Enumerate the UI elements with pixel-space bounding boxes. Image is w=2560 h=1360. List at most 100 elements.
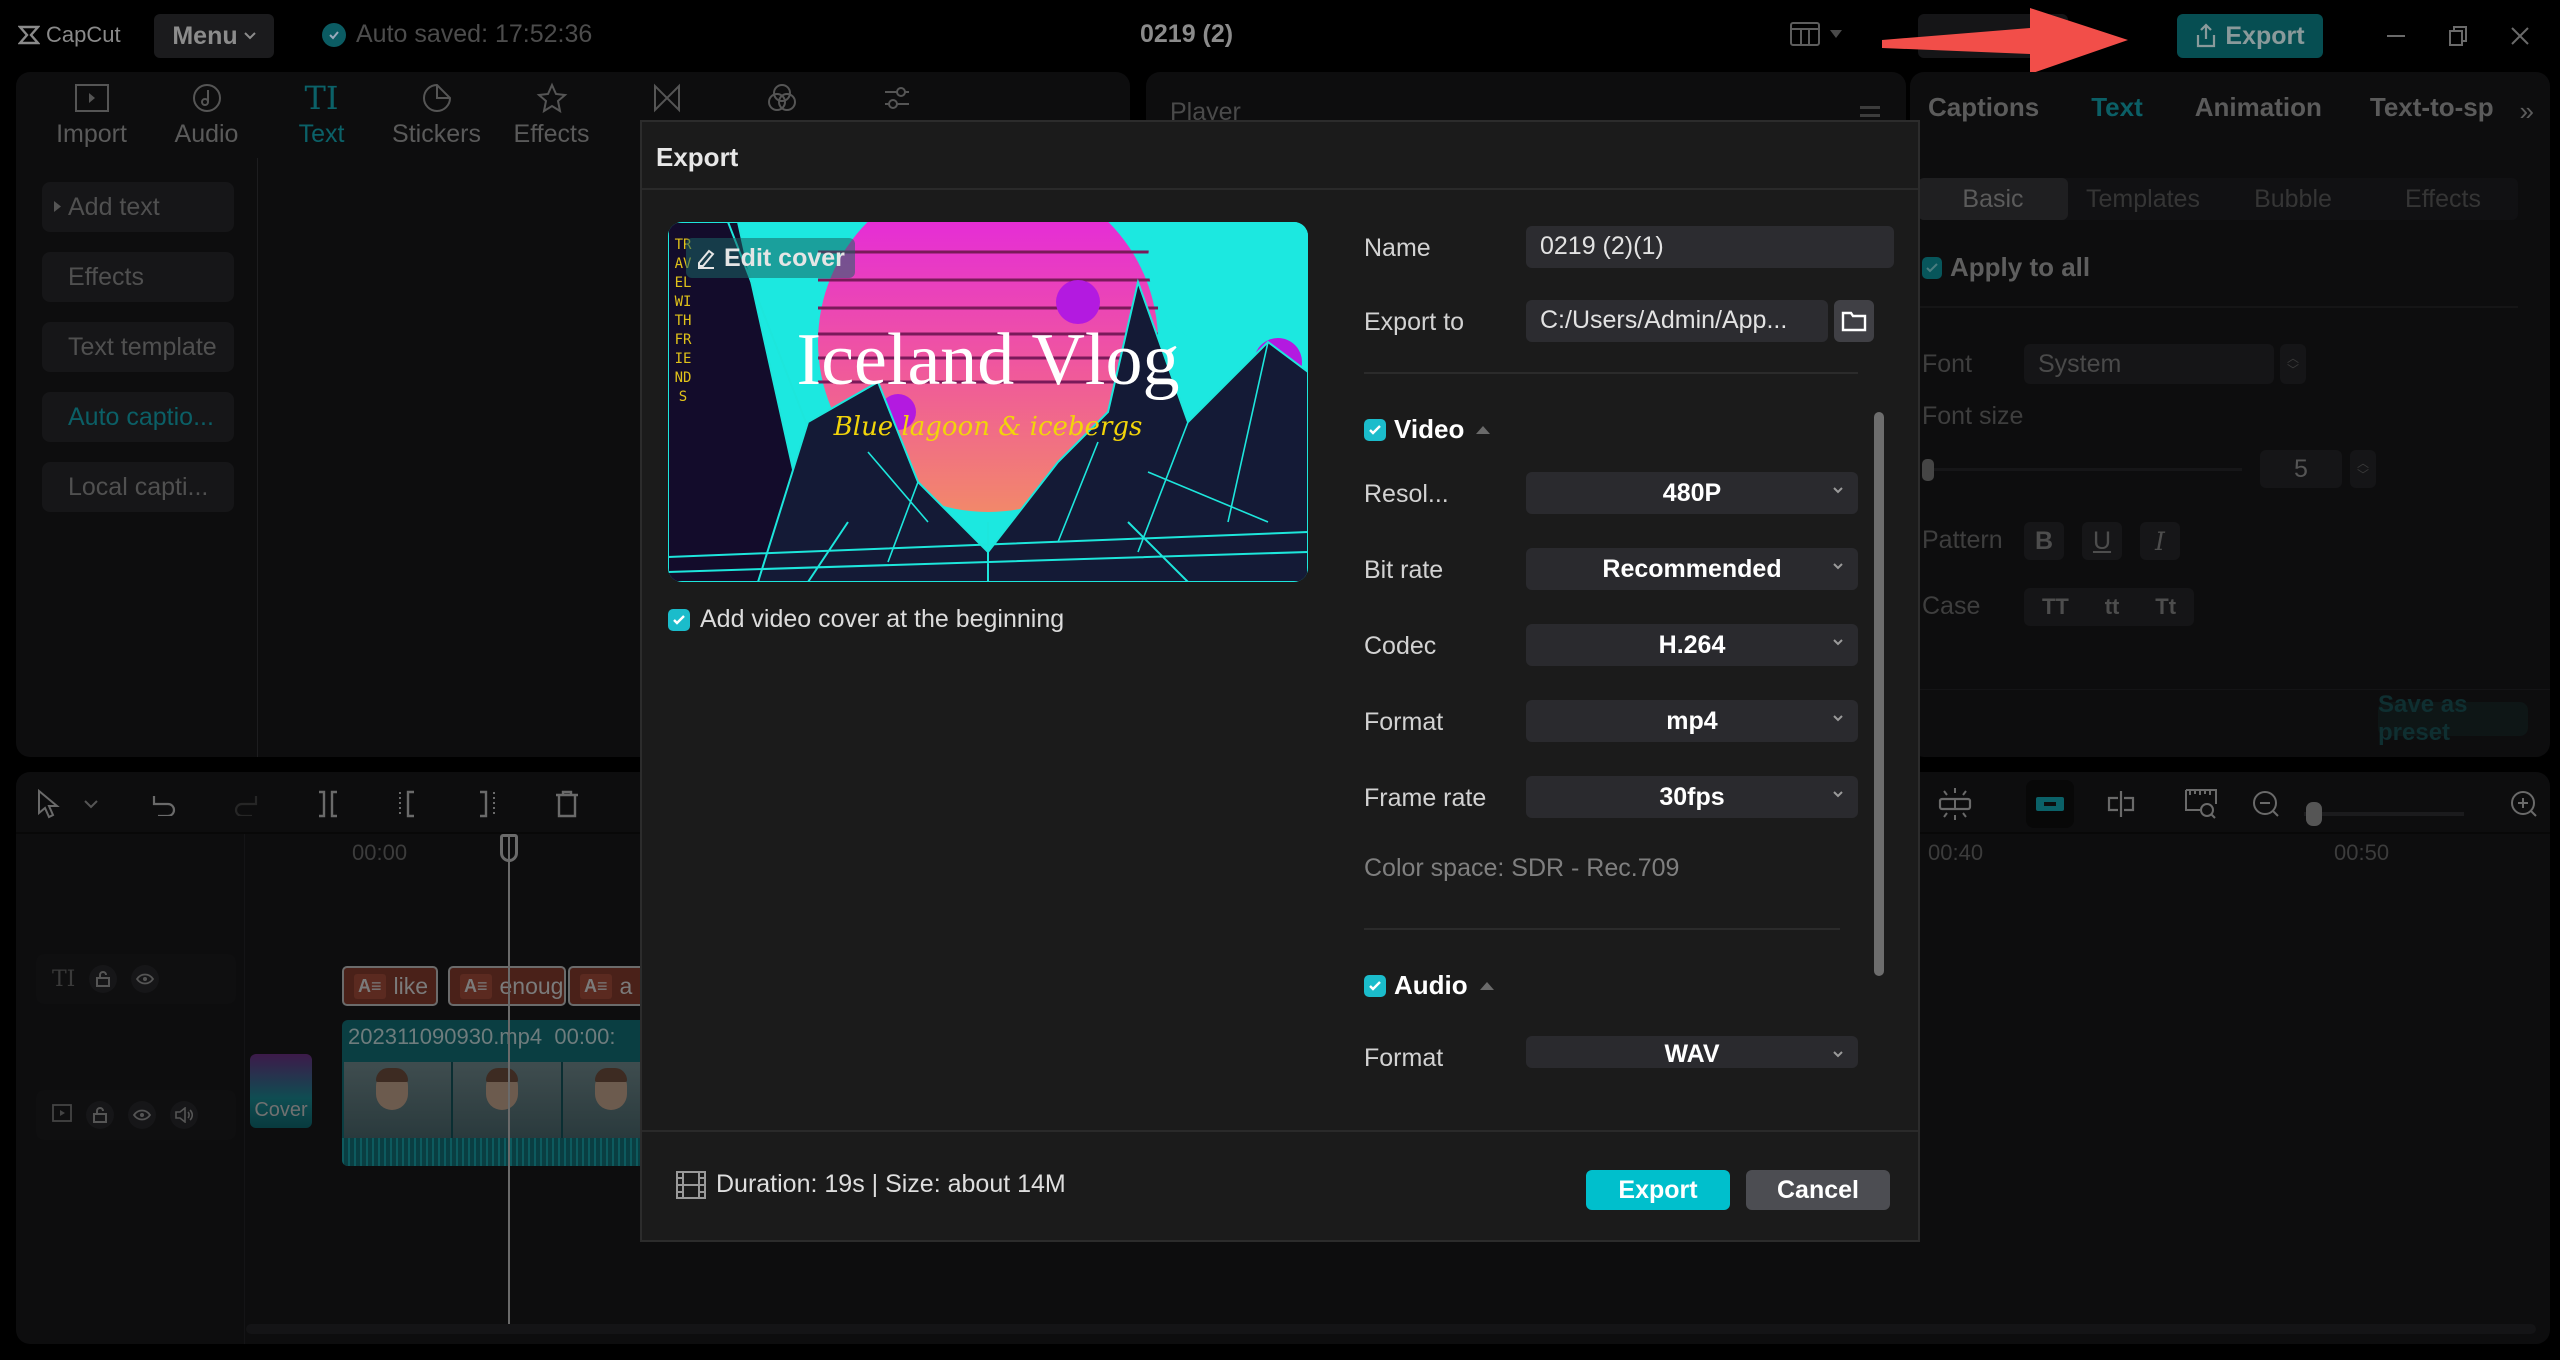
add-cover-label: Add video cover at the beginning [700, 605, 1065, 633]
apply-to-all-option[interactable]: Apply to all [1922, 252, 2090, 283]
link-clips-button[interactable] [2026, 780, 2074, 828]
zoom-slider-track[interactable] [2304, 812, 2464, 816]
restore-button[interactable] [2440, 18, 2476, 54]
font-size-slider-thumb[interactable] [1922, 459, 1934, 481]
format-select[interactable]: mp4 [1526, 700, 1858, 742]
font-size-slider-track[interactable] [1922, 468, 2242, 471]
sidebar-item-text-template[interactable]: Text template [42, 322, 234, 372]
minimize-button[interactable] [2378, 18, 2414, 54]
select-mode-dropdown[interactable] [84, 786, 98, 822]
sidebar-item-add-text[interactable]: Add text [42, 182, 234, 232]
sidebar-item-effects[interactable]: Effects [42, 252, 234, 302]
edit-cover-button[interactable]: Edit cover [686, 238, 855, 278]
font-select[interactable]: System [2024, 344, 2274, 384]
font-spinner[interactable]: ︿ ﹀ [2280, 344, 2306, 384]
trim-right-button[interactable] [476, 786, 498, 822]
playhead-handle[interactable] [500, 834, 518, 862]
bold-button[interactable]: B [2024, 522, 2064, 560]
lock-track-button[interactable] [89, 965, 118, 993]
pencil-icon [698, 249, 715, 269]
lock-track-button[interactable] [86, 1101, 114, 1129]
toggle-visibility-button[interactable] [131, 965, 160, 993]
properties-footer: Save as preset [1910, 689, 2550, 757]
frame-rate-select[interactable]: 30fps [1526, 776, 1858, 818]
add-cover-option[interactable]: Add video cover at the beginning [668, 605, 1064, 634]
subtab-effects[interactable]: Effects [2368, 178, 2518, 220]
zoom-in-button[interactable] [2510, 786, 2538, 822]
codec-select[interactable]: H.264 [1526, 624, 1858, 666]
underline-button[interactable]: U [2082, 522, 2122, 560]
export-path-input[interactable]: C:/Users/Admin/App... [1526, 300, 1828, 342]
tab-text-to-speech[interactable]: Text-to-sp [2340, 92, 2512, 123]
zoom-to-fit-button[interactable] [2184, 786, 2218, 822]
auto-snap-button[interactable] [1936, 786, 1974, 822]
tab-stickers[interactable]: Stickers [379, 72, 494, 158]
cover-preview[interactable]: TRAVEL WITH FRIENDS Iceland Vlog Blue la… [668, 222, 1308, 582]
subtab-basic[interactable]: Basic [1918, 178, 2068, 220]
tab-effects-label: Effects [513, 120, 590, 148]
tab-effects[interactable]: Effects [494, 72, 609, 158]
caption-clip[interactable]: A≡ enoug [448, 966, 566, 1006]
tab-animation[interactable]: Animation [2177, 92, 2340, 123]
lowercase-button[interactable]: tt [2105, 594, 2120, 620]
more-tabs-icon[interactable]: » [2520, 96, 2534, 127]
italic-button[interactable]: I [2140, 522, 2180, 560]
layout-button[interactable] [1790, 22, 1842, 46]
preview-axis-button[interactable] [2106, 786, 2136, 822]
video-clip[interactable]: 202311090930.mp4 00:00: [342, 1020, 672, 1166]
font-size-input[interactable]: 5 [2260, 450, 2342, 488]
video-section-header[interactable]: Video [1364, 414, 1491, 445]
resolution-select[interactable]: 480P [1526, 472, 1858, 514]
bit-rate-select[interactable]: Recommended [1526, 548, 1858, 590]
caption-clip[interactable]: A≡ like [342, 966, 438, 1006]
sidebar-item-label: Local capti... [68, 472, 209, 501]
color-space-info: Color space: SDR - Rec.709 [1364, 854, 1680, 882]
collapse-caret-icon[interactable] [1479, 981, 1494, 990]
audio-format-select[interactable]: WAV [1526, 1036, 1858, 1068]
tab-text[interactable]: Text [2057, 92, 2177, 123]
subtab-templates[interactable]: Templates [2068, 178, 2218, 220]
sidebar-item-local-captions[interactable]: Local capti... [42, 462, 234, 512]
caption-clip-icon: A≡ [354, 973, 386, 999]
titlecase-button[interactable]: Tt [2155, 594, 2176, 620]
zoom-out-button[interactable] [2252, 786, 2280, 822]
name-input[interactable]: 0219 (2)(1) [1526, 226, 1894, 268]
settings-scrollbar[interactable] [1874, 412, 1884, 976]
add-cover-checkbox[interactable] [668, 608, 690, 631]
export-button[interactable]: Export [1586, 1170, 1730, 1210]
redo-button[interactable] [234, 786, 260, 822]
split-button[interactable] [316, 786, 340, 822]
trim-left-button[interactable] [396, 786, 418, 822]
browse-folder-button[interactable] [1834, 300, 1874, 342]
tab-text[interactable]: TI Text [264, 72, 379, 158]
playhead[interactable] [508, 836, 510, 1332]
delete-button[interactable] [554, 786, 580, 822]
top-export-button[interactable]: Export [2177, 14, 2323, 58]
collapse-caret-icon[interactable] [1476, 425, 1491, 434]
audio-format-label: Format [1364, 1044, 1444, 1072]
cancel-button[interactable]: Cancel [1746, 1170, 1890, 1210]
audio-checkbox[interactable] [1364, 974, 1386, 997]
mute-track-button[interactable] [170, 1101, 198, 1129]
tab-audio[interactable]: Audio [149, 72, 264, 158]
select-tool-button[interactable] [36, 786, 60, 822]
video-track-icon [52, 1103, 72, 1127]
zoom-slider-thumb[interactable] [2306, 802, 2322, 826]
uppercase-button[interactable]: TT [2042, 594, 2069, 620]
cover-thumbnail[interactable]: Cover [250, 1054, 312, 1128]
audio-section-header[interactable]: Audio [1364, 970, 1494, 1001]
apply-to-all-checkbox[interactable] [1922, 256, 1942, 279]
toggle-visibility-button[interactable] [128, 1101, 156, 1129]
save-as-preset-button[interactable]: Save as preset [2378, 691, 2528, 746]
subtab-bubble[interactable]: Bubble [2218, 178, 2368, 220]
close-window-button[interactable] [2502, 18, 2538, 54]
video-checkbox[interactable] [1364, 418, 1386, 441]
tab-captions[interactable]: Captions [1910, 92, 2057, 123]
annotation-arrow-icon [1882, 8, 2128, 74]
timeline-scrollbar[interactable] [246, 1324, 2536, 1334]
undo-button[interactable] [150, 786, 176, 822]
font-size-spinner[interactable]: ︿ ﹀ [2350, 450, 2376, 488]
sidebar-item-auto-captions[interactable]: Auto captio... [42, 392, 234, 442]
menu-button[interactable]: Menu [154, 14, 274, 58]
tab-import[interactable]: Import [34, 72, 149, 158]
